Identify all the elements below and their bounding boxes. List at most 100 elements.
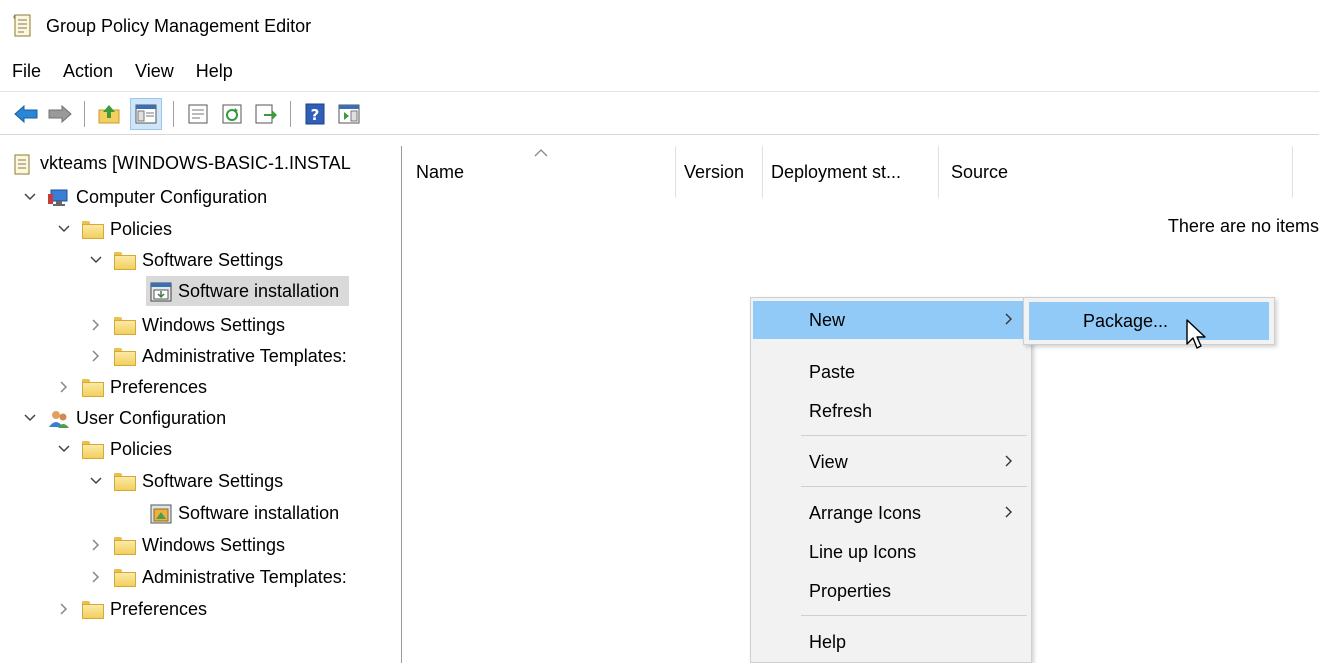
tree-item-uc-policies[interactable]: Policies xyxy=(56,434,172,464)
column-header-version[interactable]: Version xyxy=(676,146,763,198)
empty-list-message: There are no items xyxy=(1167,216,1319,236)
menu-separator xyxy=(801,615,1027,616)
help-icon[interactable]: ? xyxy=(303,102,327,126)
tree-label: Computer Configuration xyxy=(76,186,268,207)
menu-item-label: Paste xyxy=(809,361,856,382)
tree-label: Administrative Templates: xyxy=(142,345,347,366)
menu-file[interactable]: File xyxy=(12,61,41,82)
tree-item-uc-administrative-templates[interactable]: Administrative Templates: xyxy=(88,562,347,592)
column-label: Source xyxy=(951,161,1009,182)
chevron-down-icon[interactable] xyxy=(56,441,72,457)
context-menu: New Paste Refresh View Arrange Icons Lin… xyxy=(750,297,1032,663)
toolbar-separator xyxy=(84,100,85,127)
menu-item-arrange-icons[interactable]: Arrange Icons xyxy=(753,494,1029,532)
tree-label: User Configuration xyxy=(76,407,227,428)
column-label: Deployment st... xyxy=(771,161,902,182)
menu-item-label: Help xyxy=(809,631,847,652)
menu-item-properties[interactable]: Properties xyxy=(753,572,1029,610)
toolbar-separator xyxy=(290,100,291,127)
menu-item-help[interactable]: Help xyxy=(753,623,1029,661)
tree-label: Administrative Templates: xyxy=(142,566,347,587)
toolbar-separator xyxy=(173,100,174,127)
chevron-down-icon[interactable] xyxy=(22,189,38,205)
menu-help[interactable]: Help xyxy=(196,61,233,82)
column-label: Version xyxy=(684,161,745,182)
folder-icon xyxy=(114,252,136,270)
menu-item-package[interactable]: Package... xyxy=(1029,302,1269,340)
computer-icon xyxy=(48,188,68,206)
submenu-arrow-icon xyxy=(1005,455,1012,467)
menu-item-new[interactable]: New xyxy=(753,301,1029,339)
new-submenu: Package... xyxy=(1023,297,1275,345)
gpo-editor-icon xyxy=(12,13,34,39)
menu-separator xyxy=(801,486,1027,487)
export-list-icon[interactable] xyxy=(254,102,278,126)
tree-item-cc-software-settings[interactable]: Software Settings xyxy=(88,245,283,275)
tree-item-cc-windows-settings[interactable]: Windows Settings xyxy=(88,310,285,340)
tree-label: Software Settings xyxy=(142,249,284,270)
chevron-down-icon[interactable] xyxy=(22,410,38,426)
refresh-icon[interactable] xyxy=(220,102,244,126)
tree-item-cc-software-installation[interactable]: Software installation xyxy=(146,276,350,306)
menu-separator xyxy=(801,435,1027,436)
tree-item-cc-administrative-templates[interactable]: Administrative Templates: xyxy=(88,341,347,371)
tree-label: Windows Settings xyxy=(142,534,286,555)
software-installation-icon xyxy=(150,282,172,302)
menu-item-label: Arrange Icons xyxy=(809,502,922,523)
menu-item-view[interactable]: View xyxy=(753,443,1029,481)
menu-item-label: Properties xyxy=(809,580,892,601)
tree-item-uc-windows-settings[interactable]: Windows Settings xyxy=(88,530,285,560)
menu-item-label: New xyxy=(809,309,846,330)
properties-icon[interactable] xyxy=(186,102,210,126)
folder-icon xyxy=(114,569,136,587)
menu-item-label: Refresh xyxy=(809,400,873,421)
folder-icon xyxy=(82,601,104,619)
forward-icon[interactable] xyxy=(48,102,72,126)
chevron-down-icon[interactable] xyxy=(88,473,104,489)
tree-item-user-configuration[interactable]: User Configuration xyxy=(22,403,226,433)
up-folder-icon[interactable] xyxy=(97,102,121,126)
folder-icon xyxy=(82,441,104,459)
menu-action[interactable]: Action xyxy=(63,61,113,82)
users-icon xyxy=(48,409,69,428)
tree-item-computer-configuration[interactable]: Computer Configuration xyxy=(22,182,267,212)
show-hide-tree-icon[interactable] xyxy=(130,97,162,130)
menu-item-line-up-icons[interactable]: Line up Icons xyxy=(753,533,1029,571)
chevron-right-icon[interactable] xyxy=(88,348,104,364)
folder-icon xyxy=(114,473,136,491)
tree-item-uc-software-installation[interactable]: Software installation xyxy=(150,498,339,528)
menu-view[interactable]: View xyxy=(135,61,174,82)
gpo-document-icon xyxy=(12,154,32,175)
back-icon[interactable] xyxy=(14,102,38,126)
tree-root[interactable]: vkteams [WINDOWS-BASIC-1.INSTAL xyxy=(12,148,351,178)
chevron-down-icon[interactable] xyxy=(88,252,104,268)
chevron-right-icon[interactable] xyxy=(88,569,104,585)
title-bar: Group Policy Management Editor xyxy=(0,0,1319,52)
menu-item-refresh[interactable]: Refresh xyxy=(753,392,1029,430)
folder-icon xyxy=(82,221,104,239)
tree-label: Preferences xyxy=(110,598,208,619)
menu-item-label: View xyxy=(809,451,848,472)
submenu-arrow-icon xyxy=(1005,313,1012,325)
column-header-source[interactable]: Source xyxy=(939,146,1293,198)
folder-icon xyxy=(114,348,136,366)
tree-item-cc-preferences[interactable]: Preferences xyxy=(56,372,207,402)
menu-item-label: Package... xyxy=(1083,310,1169,331)
menu-bar: File Action View Help xyxy=(0,52,1319,92)
mouse-pointer-icon xyxy=(1186,319,1206,349)
chevron-right-icon[interactable] xyxy=(88,537,104,553)
menu-item-paste[interactable]: Paste xyxy=(753,353,1029,391)
tree-label: Windows Settings xyxy=(142,314,286,335)
tree-item-cc-policies[interactable]: Policies xyxy=(56,214,172,244)
folder-icon xyxy=(82,379,104,397)
sort-ascending-icon xyxy=(534,149,548,157)
action-pane-icon[interactable] xyxy=(337,102,361,126)
chevron-down-icon[interactable] xyxy=(56,221,72,237)
chevron-right-icon[interactable] xyxy=(56,601,72,617)
tree-item-uc-preferences[interactable]: Preferences xyxy=(56,594,207,624)
chevron-right-icon[interactable] xyxy=(88,317,104,333)
tree-item-uc-software-settings[interactable]: Software Settings xyxy=(88,466,283,496)
column-header-name[interactable]: Name xyxy=(404,146,676,198)
column-header-deployment-state[interactable]: Deployment st... xyxy=(763,146,939,198)
chevron-right-icon[interactable] xyxy=(56,379,72,395)
